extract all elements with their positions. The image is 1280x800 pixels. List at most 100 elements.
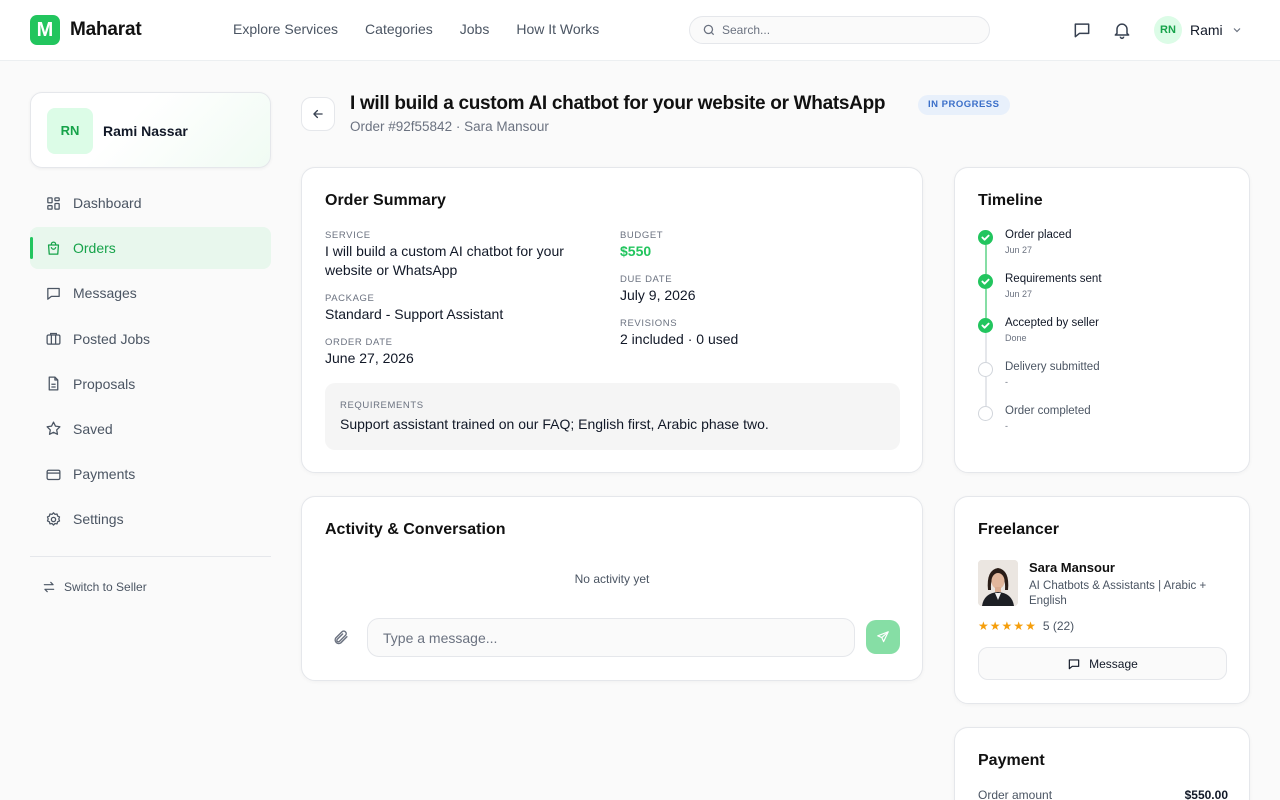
page-title: I will build a custom AI chatbot for you… xyxy=(350,93,886,114)
timeline-connector xyxy=(985,245,987,274)
revisions-label: REVISIONS xyxy=(620,318,678,329)
timeline-step-name: Requirements sent xyxy=(1005,273,1102,285)
sidebar-item-proposals[interactable]: Proposals xyxy=(30,363,271,405)
freelancer-avatar[interactable] xyxy=(978,560,1018,606)
timeline-step-date: - xyxy=(1005,377,1008,387)
sidebar-item-saved[interactable]: Saved xyxy=(30,408,271,450)
sidebar-divider xyxy=(30,556,271,557)
star-filled-icon: ★ xyxy=(989,619,1001,633)
star-filled-icon: ★ xyxy=(1025,619,1036,633)
order-summary-card: Order Summary SERVICE I will build a cus… xyxy=(301,167,923,473)
search-bar[interactable] xyxy=(689,16,990,44)
nav-categories[interactable]: Categories xyxy=(365,21,433,37)
empty-activity-note: No activity yet xyxy=(574,572,650,586)
freelancer-role: AI Chatbots & Assistants | Arabic + Engl… xyxy=(1029,580,1207,607)
timeline-step: Accepted by seller Done xyxy=(978,316,1218,362)
message-input[interactable] xyxy=(367,618,855,657)
logo-letter: M xyxy=(36,19,54,41)
timeline-step: Requirements sent Jun 27 xyxy=(978,272,1218,318)
rating: ★ ★ ★ ★ ★ 5 (22) xyxy=(978,619,1074,633)
profile-avatar: RN xyxy=(47,108,93,154)
rating-text: 5 (22) xyxy=(1042,619,1075,633)
star-filled-icon: ★ xyxy=(1013,619,1025,633)
sidebar-item-label: Dashboard xyxy=(73,195,142,211)
logo-mark-icon: M xyxy=(30,15,60,45)
empty-circle-icon xyxy=(978,362,993,377)
timeline-step-name: Delivery submitted xyxy=(1005,361,1100,373)
timeline-step-name: Order completed xyxy=(1005,405,1091,417)
timeline-step-date: Done xyxy=(1005,333,1027,343)
sidebar-nav: Dashboard Orders Messages Posted Jobs Pr… xyxy=(30,182,271,544)
order-date-value: June 27, 2026 xyxy=(325,350,414,366)
switch-to-seller-label: Switch to Seller xyxy=(64,580,147,594)
freelancer-title: Freelancer xyxy=(978,521,1059,538)
sidebar-item-posted-jobs[interactable]: Posted Jobs xyxy=(30,318,271,360)
dashboard-icon xyxy=(47,196,60,210)
timeline-step: Order completed - xyxy=(978,404,1218,448)
payment-row: Order amount $550.00 xyxy=(978,788,1228,800)
timeline-step-name: Order placed xyxy=(1005,229,1072,241)
search-input[interactable] xyxy=(722,23,972,37)
activity-card: Activity & Conversation No activity yet xyxy=(301,496,923,681)
sidebar-item-messages[interactable]: Messages xyxy=(30,272,271,314)
nav-explore-services[interactable]: Explore Services xyxy=(233,21,338,37)
order-summary-title: Order Summary xyxy=(325,192,446,209)
due-date-value: July 9, 2026 xyxy=(620,287,696,303)
service-value: I will build a custom AI chatbot for you… xyxy=(325,243,564,278)
brand-logo[interactable]: M Maharat xyxy=(30,15,142,45)
sidebar-item-label: Settings xyxy=(73,511,124,528)
back-button[interactable] xyxy=(301,97,335,131)
timeline-card: Timeline Order placed Jun 27 Requirement… xyxy=(954,167,1250,473)
user-menu[interactable]: RN Rami xyxy=(1154,16,1243,44)
sidebar-item-payments[interactable]: Payments xyxy=(30,453,271,495)
sidebar-item-dashboard[interactable]: Dashboard xyxy=(30,182,271,224)
bell-icon[interactable] xyxy=(1112,20,1132,40)
document-icon xyxy=(48,376,59,391)
order-date-label: ORDER DATE xyxy=(325,337,393,348)
message-freelancer-button[interactable]: Message xyxy=(978,647,1227,680)
freelancer-name[interactable]: Sara Mansour xyxy=(1029,560,1115,575)
service-label: SERVICE xyxy=(325,230,371,241)
empty-circle-icon xyxy=(978,406,993,421)
sidebar-item-orders[interactable]: Orders xyxy=(30,227,271,270)
star-filled-icon: ★ xyxy=(978,619,989,633)
requirements-label: REQUIREMENTS xyxy=(340,400,424,411)
check-circle-icon xyxy=(978,274,993,289)
send-button[interactable] xyxy=(866,620,900,654)
profile-card: RN Rami Nassar xyxy=(30,92,271,168)
messages-icon[interactable] xyxy=(1072,20,1092,40)
timeline-step: Order placed Jun 27 xyxy=(978,228,1218,274)
brand-name: Maharat xyxy=(70,19,142,40)
paperclip-icon[interactable] xyxy=(332,629,349,646)
status-badge: IN PROGRESS xyxy=(918,95,1010,115)
briefcase-icon xyxy=(46,332,61,345)
nav-how-it-works[interactable]: How It Works xyxy=(516,21,599,37)
star-icon xyxy=(46,421,61,436)
sidebar-item-label: Posted Jobs xyxy=(73,330,151,347)
budget-value: $550 xyxy=(620,243,652,259)
due-date-label: DUE DATE xyxy=(620,274,673,285)
nav-jobs[interactable]: Jobs xyxy=(460,21,490,37)
sidebar-item-settings[interactable]: Settings xyxy=(30,498,271,540)
timeline-step-date: Jun 27 xyxy=(1005,245,1033,255)
revisions-value: 2 included · 0 used xyxy=(620,331,739,347)
order-amount-value: $550.00 xyxy=(1184,788,1228,800)
sidebar-item-label: Proposals xyxy=(73,375,136,392)
top-header: M Maharat Explore Services Categories Jo… xyxy=(0,0,1280,61)
arrow-left-icon xyxy=(313,109,323,119)
check-circle-icon xyxy=(978,230,993,245)
freelancer-card: Freelancer Sara Mansour AI Chatbots & As… xyxy=(954,496,1250,704)
activity-title: Activity & Conversation xyxy=(325,521,506,538)
timeline-step-date: - xyxy=(1005,421,1008,431)
timeline-connector xyxy=(985,333,987,362)
send-icon xyxy=(877,631,889,643)
avatar: RN xyxy=(1154,16,1182,44)
requirements-value: Support assistant trained on our FAQ; En… xyxy=(340,416,769,432)
search-icon xyxy=(703,24,715,36)
credit-card-icon xyxy=(46,469,61,480)
sidebar-item-label: Messages xyxy=(73,285,137,302)
chevron-down-icon xyxy=(1233,28,1241,33)
switch-to-seller-button[interactable]: Switch to Seller xyxy=(42,580,147,594)
budget-label: BUDGET xyxy=(620,230,664,241)
user-name: Rami xyxy=(1190,22,1223,38)
